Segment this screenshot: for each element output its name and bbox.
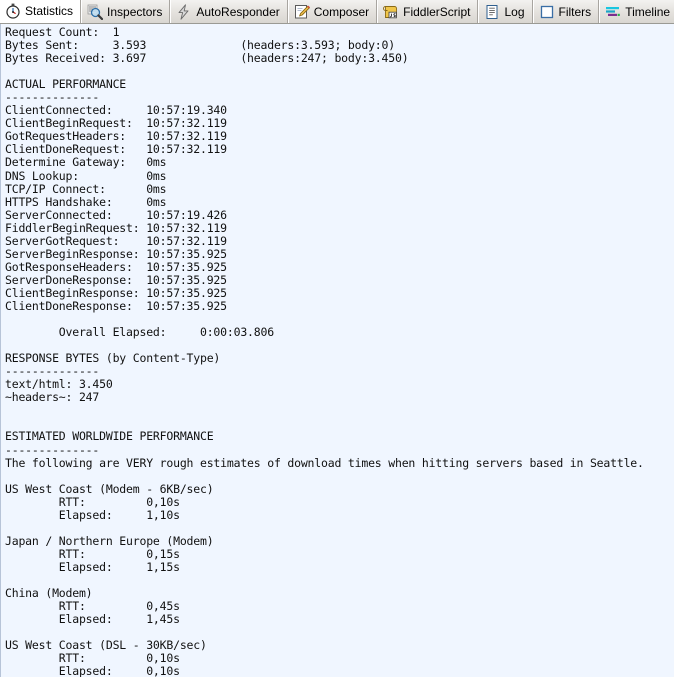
pencil-note-icon [294,4,310,20]
js-scroll-icon [383,4,399,20]
tab-statistics[interactable]: Statistics [0,0,82,23]
tab-label: Timeline [625,4,671,19]
stopwatch-icon [5,3,21,19]
statistics-report-text[interactable]: Request Count: 1 Bytes Sent: 3.593 (head… [1,24,674,677]
tab-label: Inspectors [107,4,163,19]
tab-autoresponder[interactable]: AutoResponder [170,0,288,23]
timeline-bars-icon [605,4,621,20]
magnifier-icon [87,4,104,20]
statistics-panel: Request Count: 1 Bytes Sent: 3.593 (head… [0,24,674,677]
tab-filters[interactable]: Filters [532,0,600,23]
empty-square-icon [539,4,555,20]
tab-log[interactable]: Log [478,0,533,23]
log-lines-icon [484,4,500,20]
tab-label: Filters [558,4,592,19]
tab-label: AutoResponder [196,4,280,19]
tab-strip: Statistics Inspectors AutoResponder Compose… [0,0,674,24]
tab-label: Statistics [25,4,74,18]
tab-label: FiddlerScript [403,4,471,19]
tab-timeline[interactable]: Timeline [599,0,674,23]
lightning-icon [176,3,192,20]
tab-label: Log [504,4,525,19]
tab-composer[interactable]: Composer [287,0,378,23]
tab-fiddlerscript[interactable]: FiddlerScript [377,0,479,23]
tab-label: Composer [313,4,370,19]
tab-inspectors[interactable]: Inspectors [81,0,171,23]
